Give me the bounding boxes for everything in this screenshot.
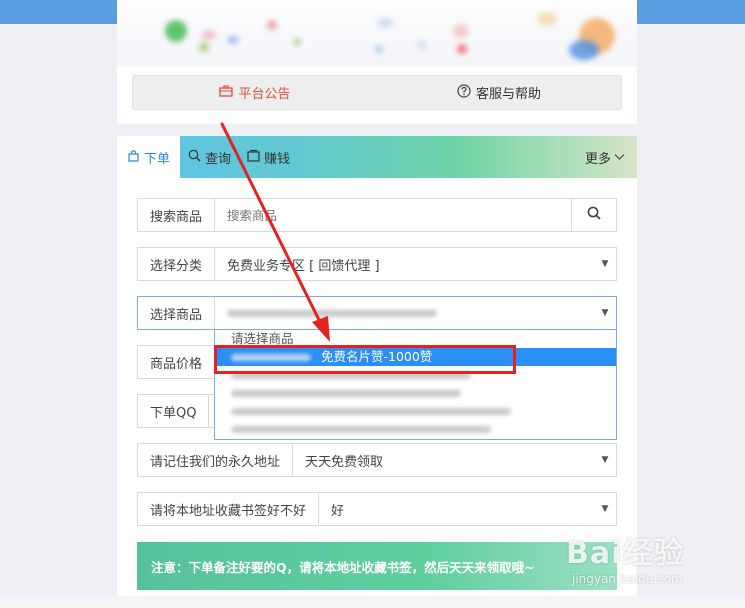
dropdown-item-selected[interactable]: 免费名片赞-1000赞 bbox=[215, 348, 616, 366]
caret-down-icon: ▼ bbox=[601, 455, 609, 465]
bottom-bar bbox=[0, 596, 745, 608]
tab-earn[interactable]: 赚钱 bbox=[239, 136, 298, 178]
notice-bar: 平台公告 客服与帮助 bbox=[132, 75, 622, 110]
category-select[interactable]: 免费业务专区 [ 回馈代理 ] bbox=[215, 255, 598, 274]
dropdown-item[interactable] bbox=[215, 402, 616, 420]
qq-label: 下单QQ bbox=[138, 395, 210, 427]
tab-query-label: 查询 bbox=[205, 151, 232, 167]
caret-down-icon: ▼ bbox=[601, 308, 609, 318]
dropdown-item[interactable] bbox=[215, 420, 616, 438]
banner bbox=[117, 0, 637, 66]
category-row: 选择分类 免费业务专区 [ 回馈代理 ] ▼ bbox=[137, 247, 617, 281]
dropdown-selected-label: 免费名片赞-1000赞 bbox=[320, 349, 433, 364]
caret-down-icon: ▼ bbox=[601, 259, 609, 269]
tab-bar: 下单 查询 赚钱 更多 bbox=[117, 136, 637, 178]
chevron-down-icon bbox=[614, 150, 625, 165]
product-row: 选择商品 ▼ bbox=[137, 296, 617, 330]
dropdown-item[interactable] bbox=[215, 366, 616, 384]
wallet-icon bbox=[247, 149, 260, 166]
bookmark-select[interactable]: 好 bbox=[319, 500, 598, 519]
bag-icon bbox=[127, 149, 140, 166]
search-input[interactable] bbox=[215, 200, 571, 230]
bookmark-row: 请将本地址收藏书签好不好 好 ▼ bbox=[137, 492, 617, 526]
tab-more[interactable]: 更多 bbox=[577, 136, 637, 178]
category-label: 选择分类 bbox=[138, 248, 216, 280]
search-label: 搜索商品 bbox=[138, 199, 216, 231]
tab-more-label: 更多 bbox=[584, 151, 611, 167]
logo-icon bbox=[165, 20, 187, 42]
search-button[interactable] bbox=[571, 199, 616, 231]
watermark-sub: jingyan.baidu.com bbox=[572, 572, 683, 586]
price-label: 商品价格 bbox=[138, 346, 216, 378]
help-label: 客服与帮助 bbox=[475, 87, 541, 102]
announcement-label: 平台公告 bbox=[238, 87, 291, 102]
address-row: 请记住我们的永久地址 天天免费领取 ▼ bbox=[137, 443, 617, 477]
notice-message: 注意：下单备注好要的Q，请将本地址收藏书签，然后天天来领取哦~ bbox=[137, 542, 617, 590]
search-icon bbox=[587, 206, 601, 224]
section-gap bbox=[117, 124, 637, 136]
bookmark-label: 请将本地址收藏书签好不好 bbox=[138, 493, 320, 525]
tab-query[interactable]: 查询 bbox=[180, 136, 239, 178]
announcement-button[interactable]: 平台公告 bbox=[133, 76, 377, 109]
watermark-main: Bai经验 bbox=[566, 536, 685, 571]
product-label: 选择商品 bbox=[138, 297, 216, 329]
question-circle-icon bbox=[457, 83, 471, 102]
dropdown-placeholder[interactable]: 请选择商品 bbox=[215, 330, 616, 348]
address-label: 请记住我们的永久地址 bbox=[138, 444, 294, 476]
tab-order-label: 下单 bbox=[143, 151, 170, 167]
dropdown-item[interactable] bbox=[215, 384, 616, 402]
address-select[interactable]: 天天免费领取 bbox=[293, 451, 598, 470]
product-select[interactable] bbox=[215, 306, 598, 321]
briefcase-icon bbox=[219, 84, 234, 101]
search-row: 搜索商品 bbox=[137, 198, 617, 232]
help-button[interactable]: 客服与帮助 bbox=[377, 76, 621, 109]
caret-down-icon: ▼ bbox=[601, 504, 609, 514]
search-icon bbox=[188, 149, 201, 166]
product-dropdown: 请选择商品 免费名片赞-1000赞 bbox=[214, 329, 617, 440]
baidu-watermark: Bai经验 jingyan.baidu.com bbox=[566, 528, 736, 588]
tab-order[interactable]: 下单 bbox=[117, 136, 180, 178]
main-card: 平台公告 客服与帮助 下单 查询 赚钱 更多 搜索商品 搜索商品 选择分类 免费… bbox=[117, 0, 637, 608]
tab-earn-label: 赚钱 bbox=[264, 151, 291, 167]
